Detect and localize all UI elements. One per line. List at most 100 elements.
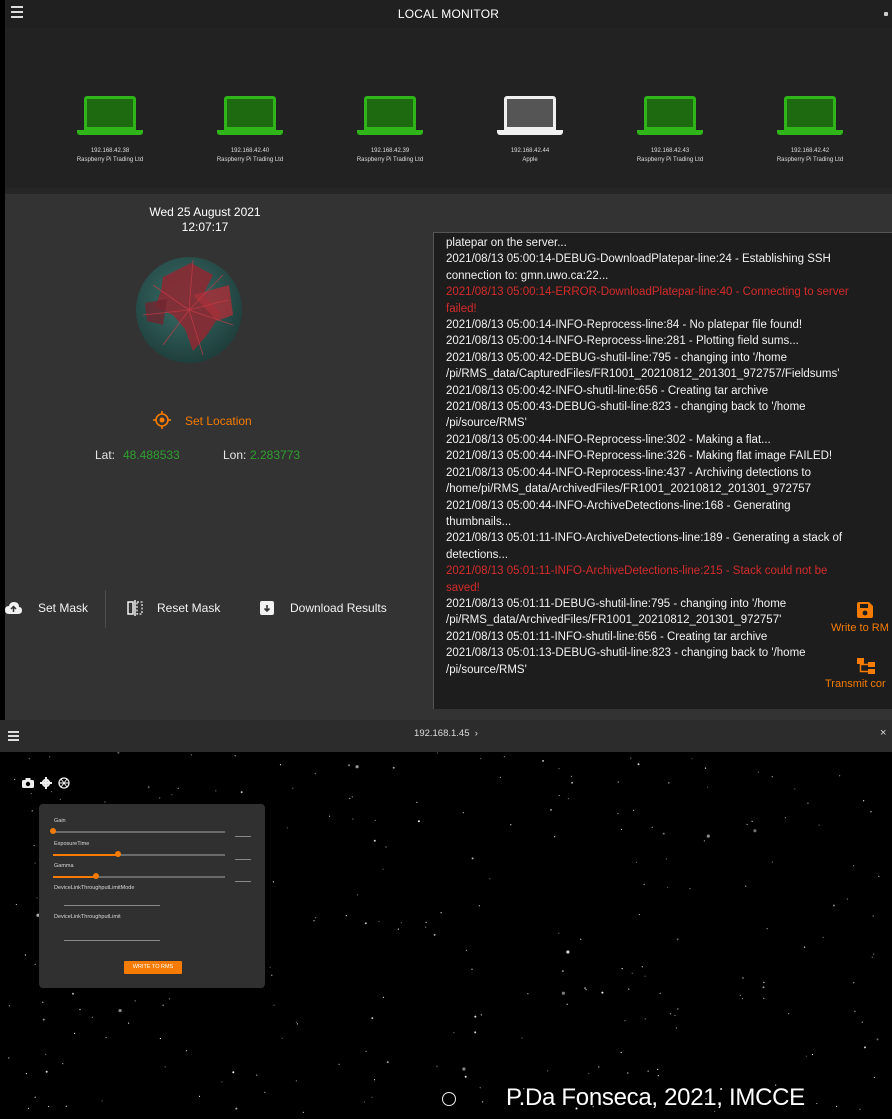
exposure-field[interactable] xyxy=(235,851,251,860)
star xyxy=(79,1008,81,1011)
camera-icon[interactable] xyxy=(22,777,34,789)
star xyxy=(859,1108,861,1110)
star xyxy=(34,963,36,965)
star xyxy=(631,972,633,974)
globe-map[interactable] xyxy=(133,255,245,365)
viewer-address[interactable]: 192.168.1.45 › xyxy=(0,728,892,739)
star xyxy=(400,922,402,924)
compare-icon xyxy=(127,600,143,616)
target-marker[interactable] xyxy=(442,1092,456,1106)
star xyxy=(177,787,179,789)
transmit-config-button[interactable]: Transmit cor xyxy=(825,658,892,708)
log-line: 2021/08/13 05:01:13-DEBUG-shutil-line:82… xyxy=(446,647,806,660)
star xyxy=(480,758,482,760)
star xyxy=(382,868,384,870)
close-icon[interactable]: × xyxy=(880,727,886,739)
star xyxy=(164,1066,166,1068)
aperture-icon[interactable] xyxy=(58,777,70,789)
device-ip: 192.168.42.42 xyxy=(790,148,830,154)
star xyxy=(554,836,556,838)
star xyxy=(499,776,501,778)
log-line: thumbnails... xyxy=(446,515,512,528)
star xyxy=(59,798,61,800)
star xyxy=(314,773,316,775)
star xyxy=(134,1000,136,1002)
star xyxy=(374,819,376,821)
star xyxy=(657,1075,659,1077)
star xyxy=(371,1017,374,1020)
star xyxy=(742,977,744,979)
star xyxy=(741,998,744,1000)
star xyxy=(624,1020,626,1022)
write-to-rms-button[interactable]: WRITE TO RMS xyxy=(124,961,182,974)
star xyxy=(665,858,667,860)
lon-label: Lon: xyxy=(223,448,247,462)
exposure-slider[interactable] xyxy=(53,850,225,860)
star xyxy=(24,954,26,956)
set-mask-button[interactable]: Set Mask xyxy=(5,598,100,620)
star xyxy=(440,912,442,914)
star xyxy=(235,1107,238,1110)
star xyxy=(588,1072,590,1075)
gear-icon[interactable] xyxy=(40,777,52,789)
star xyxy=(8,1057,10,1059)
star xyxy=(633,809,635,811)
star xyxy=(159,797,161,799)
gamma-slider[interactable] xyxy=(53,872,225,882)
divider xyxy=(105,590,106,628)
laptop-icon xyxy=(504,96,556,130)
device-item[interactable]: 192.168.42.42 Raspberry Pi Trading Ltd xyxy=(740,96,880,164)
star xyxy=(373,839,376,842)
star xyxy=(171,794,173,796)
star xyxy=(617,781,619,783)
star xyxy=(503,756,505,758)
set-location-button[interactable]: Set Location xyxy=(153,411,283,431)
star xyxy=(279,764,282,766)
star xyxy=(25,1073,27,1075)
gain-slider[interactable] xyxy=(50,827,225,837)
device-item[interactable]: 192.168.42.38 Raspberry Pi Trading Ltd xyxy=(40,96,180,164)
star xyxy=(570,775,573,777)
device-item[interactable]: 192.168.42.39 Raspberry Pi Trading Ltd xyxy=(320,96,460,164)
star xyxy=(675,1027,678,1029)
star xyxy=(832,904,835,907)
star xyxy=(295,1021,297,1023)
star xyxy=(295,1080,297,1082)
link-limit-label: DeviceLinkThroughputLimit xyxy=(54,914,121,920)
viewer-ip-text: 192.168.1.45 xyxy=(414,728,470,739)
star xyxy=(27,1107,29,1109)
download-results-button[interactable]: Download Results xyxy=(260,598,410,620)
star xyxy=(101,1100,103,1102)
star xyxy=(365,1050,367,1052)
gamma-field[interactable] xyxy=(235,873,251,882)
camera-settings-panel: Gain ExposureTime Gamma DeviceLinkThroug… xyxy=(39,804,265,988)
star xyxy=(42,1001,44,1003)
star xyxy=(313,920,315,922)
star xyxy=(870,811,872,813)
star xyxy=(50,791,53,793)
link-mode-select[interactable] xyxy=(64,897,160,906)
device-item-selected[interactable]: 192.168.42.44 Apple xyxy=(460,96,600,164)
star xyxy=(65,1105,67,1107)
gain-label: Gain xyxy=(54,818,66,824)
write-to-rm-button[interactable]: Write to RM xyxy=(831,602,892,652)
device-item[interactable]: 192.168.42.40 Raspberry Pi Trading Ltd xyxy=(180,96,320,164)
star xyxy=(14,778,16,781)
star xyxy=(872,915,874,917)
link-limit-field[interactable] xyxy=(64,932,160,941)
star xyxy=(689,888,691,890)
gain-field[interactable] xyxy=(235,828,251,837)
star xyxy=(547,1070,549,1072)
star xyxy=(788,1013,790,1015)
star xyxy=(878,875,880,877)
reset-mask-button[interactable]: Reset Mask xyxy=(127,598,237,620)
log-line: 2021/08/13 05:00:44-INFO-Reprocess-line:… xyxy=(446,433,771,446)
star xyxy=(72,992,74,995)
log-console[interactable]: platepar on the server... 2021/08/13 05:0… xyxy=(433,232,892,709)
log-line: 2021/08/13 05:01:11-INFO-shutil-line:656… xyxy=(446,630,768,643)
window-control-icon[interactable] xyxy=(884,12,888,16)
star xyxy=(385,846,387,848)
star xyxy=(91,1016,93,1018)
device-item[interactable]: 192.168.42.43 Raspberry Pi Trading Ltd xyxy=(600,96,740,164)
star xyxy=(668,782,670,784)
